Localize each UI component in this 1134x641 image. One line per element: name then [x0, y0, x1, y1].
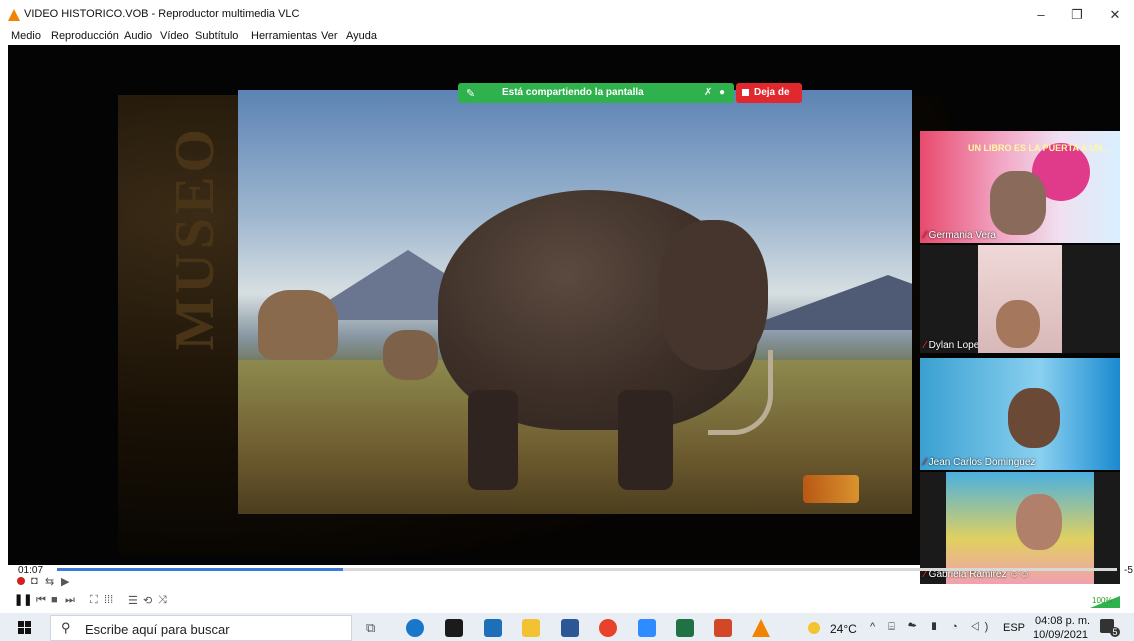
participant-tile[interactable]: UN LIBRO ES LA PUERTA A UN… ⁄ Germania Ve…: [920, 131, 1120, 243]
excel-icon[interactable]: [676, 619, 694, 637]
store-icon[interactable]: [445, 619, 463, 637]
powerpoint-icon[interactable]: [714, 619, 732, 637]
vlc-taskbar-icon[interactable]: [752, 619, 770, 637]
playlist-button[interactable]: ☰: [128, 594, 138, 607]
menu-video[interactable]: Vídeo: [160, 30, 189, 42]
previous-button[interactable]: ⏮: [36, 594, 46, 607]
participant-name: ⁄ Dylan Lopez: [924, 340, 984, 351]
extended-settings-button[interactable]: ⁞⁞⁞: [104, 594, 113, 606]
mic-off-icon: ⁄: [924, 457, 926, 468]
participant-name-text: Dylan Lopez: [928, 340, 985, 351]
taskbar-search[interactable]: ⚲ Escribe aquí para buscar: [50, 615, 352, 641]
mammoth-leg-front: [468, 390, 518, 490]
language-indicator[interactable]: ESP: [1003, 622, 1025, 634]
next-button[interactable]: ⏭: [65, 594, 75, 607]
vlc-cone-icon: [8, 9, 20, 21]
word-icon[interactable]: [561, 619, 579, 637]
museo-overlay-text: MUSEO: [164, 125, 226, 351]
pause-button[interactable]: ❚❚: [14, 593, 32, 606]
screen-share-banner[interactable]: ✎ Está compartiendo la pantalla ✗ ●: [458, 83, 734, 103]
frame-step-icon[interactable]: ▶: [61, 575, 69, 588]
stop-share-button[interactable]: Deja de: [736, 83, 802, 103]
loop-button[interactable]: ⟲: [143, 594, 152, 607]
participant-name: ⁄ Jean Carlos Dominguez: [924, 457, 1035, 468]
menu-herramientas[interactable]: Herramientas: [251, 30, 317, 42]
shield-icon[interactable]: ●: [719, 87, 725, 98]
system-tray-icons[interactable]: ^ ⌸ ☁ ▮ ◔ ◁): [870, 621, 993, 634]
participant-name-text: Jean Carlos Dominguez: [928, 457, 1036, 468]
weather-temperature[interactable]: 24°C: [830, 622, 857, 636]
menu-subtitulo[interactable]: Subtítulo: [195, 30, 238, 42]
menu-audio[interactable]: Audio: [124, 30, 152, 42]
participant-face: [996, 300, 1040, 348]
shuffle-button[interactable]: ⤨: [158, 594, 167, 607]
deer-middle: [383, 330, 438, 380]
menu-medio[interactable]: Medio: [11, 30, 41, 42]
fullscreen-button[interactable]: ⛶: [90, 594, 98, 607]
video-frame: [238, 90, 912, 514]
deer-left: [258, 290, 338, 360]
mammoth-leg-back: [618, 390, 673, 490]
minimize-button[interactable]: –: [1026, 6, 1056, 24]
window-title: VIDEO HISTORICO.VOB - Reproductor multim…: [24, 8, 300, 20]
menu-ver[interactable]: Ver: [321, 30, 338, 42]
search-icon: ⚲: [61, 620, 71, 635]
mail-icon[interactable]: [484, 619, 502, 637]
chrome-icon[interactable]: [599, 619, 617, 637]
volume-level: 100%: [1092, 596, 1113, 605]
tv-channel-logo: [803, 475, 859, 503]
close-button[interactable]: ✕: [1100, 6, 1130, 24]
title-bar: VIDEO HISTORICO.VOB - Reproductor multim…: [0, 0, 1134, 28]
mic-off-icon: ⁄: [924, 230, 926, 241]
time-remaining[interactable]: -5: [1124, 565, 1133, 576]
participant-video: [1008, 388, 1060, 448]
seek-fill: [57, 568, 344, 571]
zoom-icon[interactable]: [638, 619, 656, 637]
mammoth-head: [658, 220, 768, 370]
pin-icon[interactable]: ✎: [466, 87, 475, 100]
file-explorer-icon[interactable]: [522, 619, 540, 637]
edge-icon[interactable]: [406, 619, 424, 637]
task-view-icon[interactable]: ⧉: [366, 620, 375, 636]
stop-share-label: Deja de: [754, 87, 790, 98]
clock-date[interactable]: 10/09/2021: [1033, 629, 1088, 641]
windows-start-icon[interactable]: [18, 621, 31, 634]
taskbar: ⚲ Escribe aquí para buscar ⧉ 24°C ^ ⌸ ☁ …: [0, 613, 1134, 641]
menu-bar: Medio Reproducción Audio Vídeo Subtítulo…: [0, 28, 1134, 44]
stop-square-icon: [742, 89, 749, 96]
participant-video: [990, 171, 1046, 235]
restore-button[interactable]: ❐: [1062, 6, 1092, 24]
menu-reproduccion[interactable]: Reproducción: [51, 30, 119, 42]
mic-icon[interactable]: ✗: [704, 87, 712, 98]
loop-ab-icon[interactable]: ⇆: [45, 575, 54, 588]
participant-video: [978, 245, 1062, 353]
share-status-text: Está compartiendo la pantalla: [502, 87, 644, 98]
search-placeholder: Escribe aquí para buscar: [85, 622, 230, 637]
snapshot-icon[interactable]: ◘: [31, 575, 38, 587]
stop-button[interactable]: ■: [51, 594, 58, 606]
menu-ayuda[interactable]: Ayuda: [346, 30, 377, 42]
clock-time[interactable]: 04:08 p. m.: [1035, 615, 1090, 627]
seek-bar[interactable]: [57, 568, 1117, 571]
participant-name: ⁄ Germania Vera: [924, 230, 996, 241]
participant-name-text: Germania Vera: [928, 230, 996, 241]
record-button[interactable]: [17, 577, 25, 585]
poster-text: UN LIBRO ES LA PUERTA A UN…: [968, 143, 1112, 153]
participant-tile[interactable]: ⁄ Jean Carlos Dominguez: [920, 358, 1120, 470]
mic-off-icon: ⁄: [924, 340, 926, 351]
notification-count: 5: [1110, 627, 1120, 637]
participant-face: [1016, 494, 1062, 550]
weather-icon[interactable]: [808, 622, 820, 634]
